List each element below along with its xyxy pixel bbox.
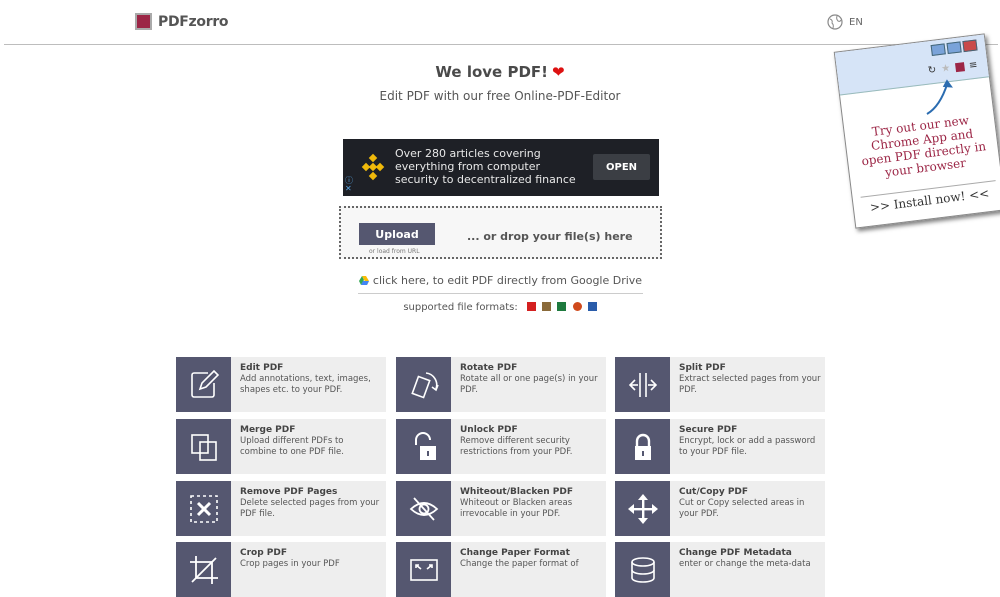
header-divider [4,44,998,45]
excel-icon [557,302,567,311]
heart-icon: ❤ [551,63,565,81]
title-text: We love PDF! [435,63,548,81]
globe-icon [827,14,843,30]
powerpoint-icon [572,302,582,311]
tool-name: Remove PDF Pages [240,487,338,497]
tool-description: Cut or Copy selected areas in your PDF. [679,498,805,519]
tool-unlock-pdf[interactable]: Unlock PDF Remove different security res… [396,419,606,474]
formats-label: supported file formats: [403,302,518,313]
promo-text: Try out our new Chrome App and open PDF … [860,113,987,180]
tool-name: Cut/Copy PDF [679,487,749,497]
image-icon [542,302,552,311]
tool-name: Change Paper Format [460,548,570,558]
edit-icon [176,357,231,412]
supported-formats: supported file formats: [0,302,1000,313]
ad-text: Over 280 articles covering everything fr… [395,147,576,186]
eye-slash-icon [396,481,451,536]
tool-name: Merge PDF [240,425,296,435]
google-drive-icon [358,276,369,285]
logo-mark-icon [135,13,152,30]
language-label: EN [849,16,863,28]
resize-icon [396,542,451,597]
app-icon [954,62,965,73]
tool-description: Rotate all or one page(s) in your PDF. [460,374,598,395]
upload-dropzone[interactable]: Upload or load from URL ... or drop your… [339,206,662,259]
ad-open-button[interactable]: OPEN [593,154,650,180]
tool-name: Edit PDF [240,363,284,373]
crop-icon [176,542,231,597]
language-selector[interactable]: EN [827,14,863,30]
upload-button[interactable]: Upload [359,223,435,245]
tool-edit-pdf[interactable]: Edit PDF Add annotations, text, images, … [176,357,386,412]
star-icon: ★ [940,62,951,75]
tool-crop-pdf[interactable]: Crop PDF Crop pages in your PDF [176,542,386,597]
brand-name: PDFzorro [158,13,229,30]
split-icon [615,357,670,412]
google-drive-link[interactable]: click here, to edit PDF directly from Go… [358,274,643,294]
tool-name: Split PDF [679,363,726,373]
remove-pages-icon [176,481,231,536]
load-from-url-link[interactable]: or load from URL [369,248,420,255]
google-drive-text: click here, to edit PDF directly from Go… [372,274,643,287]
tool-rotate-pdf[interactable]: Rotate PDF Rotate all or one page(s) in … [396,357,606,412]
tool-cut-copy-pdf[interactable]: Cut/Copy PDF Cut or Copy selected areas … [615,481,825,536]
tool-description: Remove different security restrictions f… [460,436,573,457]
tool-name: Rotate PDF [460,363,518,373]
lock-icon [615,419,670,474]
tool-name: Unlock PDF [460,425,518,435]
ad-info-icon[interactable]: ⓘ ✕ [345,177,353,193]
tool-change-paper-format[interactable]: Change Paper Format Change the paper for… [396,542,606,597]
tool-name: Crop PDF [240,548,288,558]
tool-description: Change the paper format of [460,559,579,569]
reload-icon: ↻ [927,64,938,77]
tool-name: Change PDF Metadata [679,548,792,558]
tool-remove-pdf-pages[interactable]: Remove PDF Pages Delete selected pages f… [176,481,386,536]
merge-icon [176,419,231,474]
tool-description: Add annotations, text, images, shapes et… [240,374,371,395]
tool-description: Crop pages in your PDF [240,559,340,569]
ad-logo-icon [361,153,385,181]
tool-description: Whiteout or Blacken areas irrevocable in… [460,498,573,519]
tool-description: Extract selected pages from your PDF. [679,374,821,395]
tool-description: enter or change the meta-data [679,559,811,569]
chrome-app-promo[interactable]: ↻ ★ ≡ Try out our new Chrome App and ope… [833,33,1000,229]
arrow-icon [926,79,953,115]
rotate-icon [396,357,451,412]
unlock-icon [396,419,451,474]
tool-description: Encrypt, lock or add a password to your … [679,436,816,457]
tool-secure-pdf[interactable]: Secure PDF Encrypt, lock or add a passwo… [615,419,825,474]
menu-icon: ≡ [968,59,979,72]
tool-description: Delete selected pages from your PDF file… [240,498,380,519]
move-icon [615,481,670,536]
tool-whiteout-blacken-pdf[interactable]: Whiteout/Blacken PDF Whiteout or Blacken… [396,481,606,536]
tool-split-pdf[interactable]: Split PDF Extract selected pages from yo… [615,357,825,412]
brand-logo[interactable]: PDFzorro [135,13,229,30]
tool-description: Upload different PDFs to combine to one … [240,436,344,457]
install-now-link[interactable]: >> Install now! << [860,180,998,216]
tool-name: Whiteout/Blacken PDF [460,487,573,497]
database-icon [615,542,670,597]
word-icon [587,302,597,311]
tool-merge-pdf[interactable]: Merge PDF Upload different PDFs to combi… [176,419,386,474]
tool-change-pdf-metadata[interactable]: Change PDF Metadata enter or change the … [615,542,825,597]
site-header: PDFzorro EN [0,0,1000,44]
drop-files-label: ... or drop your file(s) here [467,230,633,243]
pdf-icon [526,302,536,311]
advertisement-banner[interactable]: Over 280 articles covering everything fr… [343,139,659,196]
tool-name: Secure PDF [679,425,738,435]
window-controls-icon [930,39,978,56]
